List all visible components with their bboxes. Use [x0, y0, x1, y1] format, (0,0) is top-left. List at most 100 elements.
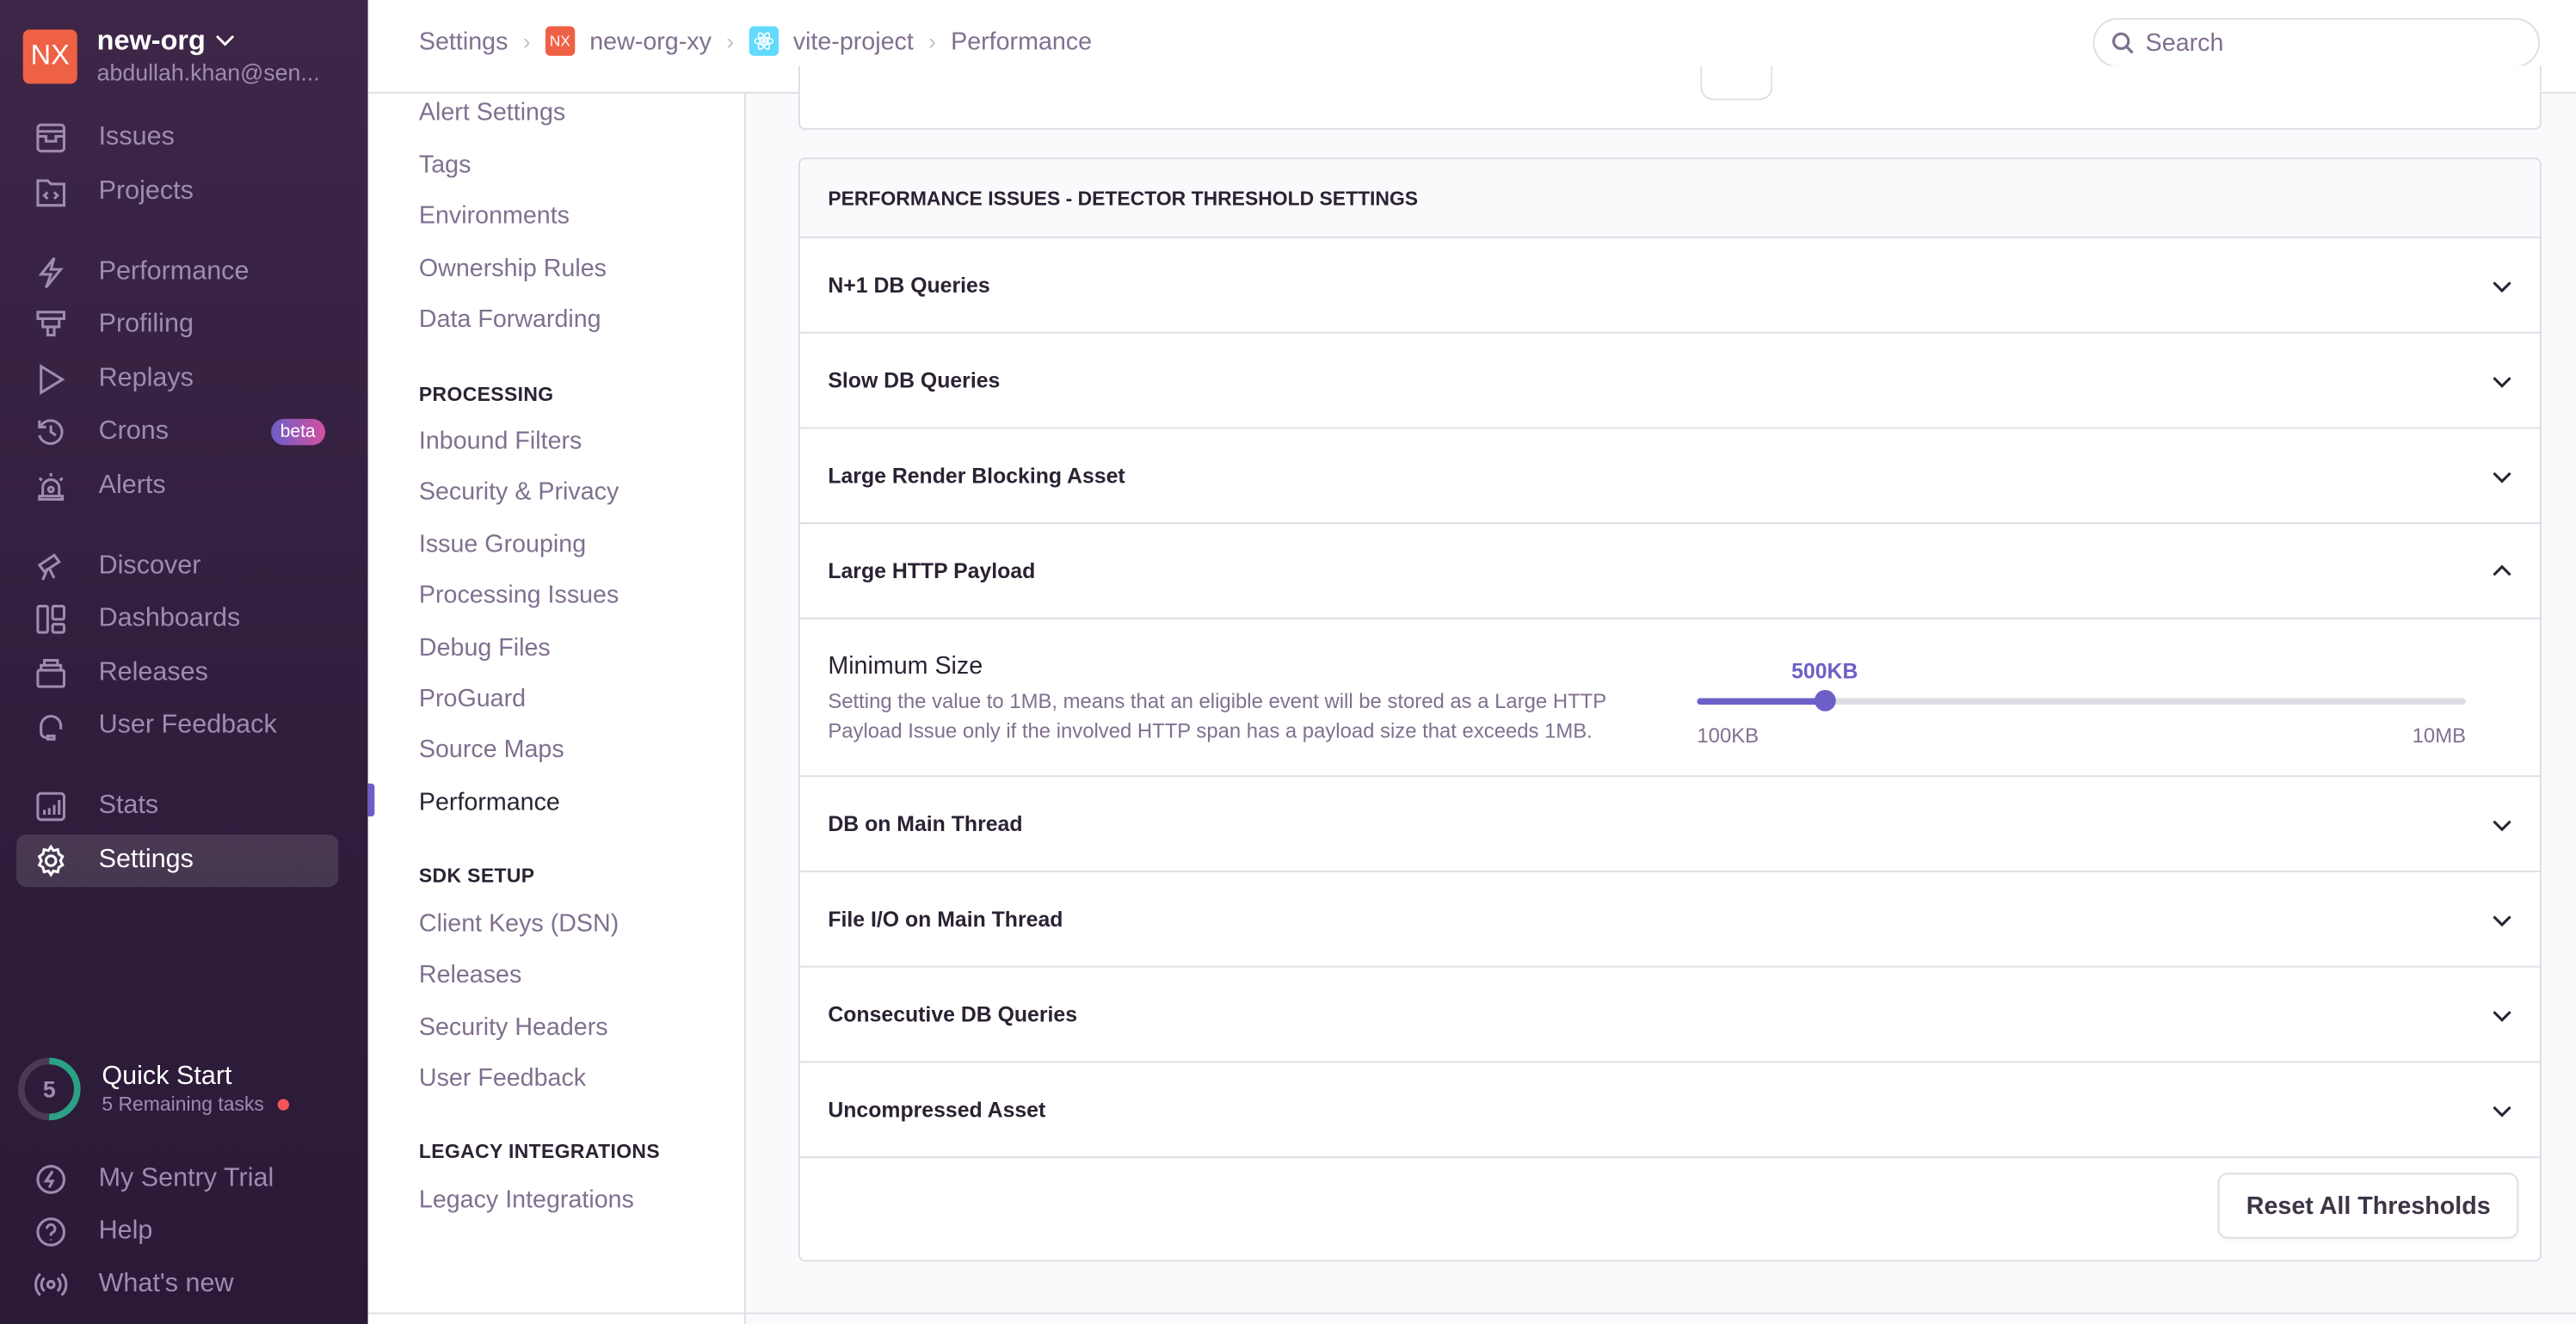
subnav-item-user-feedback[interactable]: User Feedback	[419, 1064, 586, 1092]
quick-start[interactable]: 5 Quick Start 5 Remaining tasks	[16, 1056, 289, 1122]
user-feedback-icon	[33, 708, 69, 744]
settings-icon	[33, 843, 69, 879]
beta-badge: beta	[270, 418, 326, 446]
accordion-label: DB on Main Thread	[828, 811, 1023, 836]
notification-dot	[277, 1098, 289, 1110]
chevron-down-icon	[2493, 1105, 2511, 1117]
sidebar-item-replays[interactable]: Replays	[16, 354, 338, 406]
panel-title: PERFORMANCE ISSUES - DETECTOR THRESHOLD …	[799, 159, 2540, 238]
chevron-down-icon	[2493, 280, 2511, 293]
breadcrumb-org[interactable]: NX new-org-xy	[545, 26, 712, 56]
chevron-down-icon	[2493, 914, 2511, 927]
slider-thumb[interactable]	[1814, 689, 1836, 711]
accordion-label: Large Render Blocking Asset	[828, 463, 1125, 489]
accordion-large-render-blocking-asset[interactable]: Large Render Blocking Asset	[799, 428, 2540, 525]
accordion-label: Uncompressed Asset	[828, 1097, 1046, 1123]
subnav-item-security-headers[interactable]: Security Headers	[419, 1013, 608, 1041]
chevron-right-icon: ›	[726, 28, 734, 55]
subnav-item-data-forwarding[interactable]: Data Forwarding	[419, 305, 601, 333]
sidebar-item-user-feedback[interactable]: User Feedback	[16, 699, 338, 752]
subnav-item-inbound-filters[interactable]: Inbound Filters	[419, 427, 582, 454]
subnav-item-releases[interactable]: Releases	[419, 961, 521, 988]
subnav-heading-legacy: LEGACY INTEGRATIONS	[418, 1140, 661, 1163]
subnav-item-performance[interactable]: Performance	[419, 789, 560, 816]
subnav-item-environments[interactable]: Environments	[419, 202, 570, 230]
slider-value-label: 500KB	[1791, 658, 1858, 684]
breadcrumb-current: Performance	[951, 27, 1093, 55]
sidebar-item-projects[interactable]: Projects	[16, 166, 338, 219]
quick-start-progress-ring: 5	[16, 1056, 82, 1122]
sidebar-item-label: Discover	[98, 551, 201, 581]
sidebar-item-releases[interactable]: Releases	[16, 647, 338, 699]
sidebar-item-crons[interactable]: Crons beta	[16, 406, 338, 459]
reset-all-thresholds-button[interactable]: Reset All Thresholds	[2218, 1173, 2519, 1239]
releases-icon	[33, 656, 69, 692]
subnav-heading-processing: PROCESSING	[418, 382, 554, 406]
subnav-item-alert-settings[interactable]: Alert Settings	[419, 99, 565, 126]
sidebar-item-label: Replays	[98, 364, 194, 393]
accordion-db-on-main-thread[interactable]: DB on Main Thread	[799, 777, 2540, 872]
dashboards-icon	[33, 601, 69, 637]
trial-icon	[33, 1161, 69, 1198]
sidebar-item-label: What's new	[98, 1269, 234, 1298]
previous-panel	[798, 65, 2542, 130]
sidebar-item-help[interactable]: Help	[16, 1205, 338, 1258]
accordion-consecutive-db-queries[interactable]: Consecutive DB Queries	[799, 968, 2540, 1063]
subnav-item-tags[interactable]: Tags	[419, 151, 471, 179]
sidebar-item-profiling[interactable]: Profiling	[16, 299, 338, 352]
accordion-n1-db-queries[interactable]: N+1 DB Queries	[799, 238, 2540, 334]
breadcrumb-settings[interactable]: Settings	[419, 28, 508, 55]
subnav-item-legacy-integrations[interactable]: Legacy Integrations	[419, 1186, 634, 1214]
subnav-item-source-maps[interactable]: Source Maps	[419, 736, 564, 763]
sidebar-item-label: Alerts	[98, 471, 166, 500]
sidebar-item-performance[interactable]: Performance	[16, 246, 338, 299]
accordion-slow-db-queries[interactable]: Slow DB Queries	[799, 334, 2540, 429]
accordion-label: Large HTTP Payload	[828, 558, 1036, 583]
org-switcher[interactable]: NX new-org abdullah.khan@sen...	[22, 26, 320, 85]
chevron-down-icon	[2493, 819, 2511, 831]
minimum-size-slider[interactable]: 500KB 100KB 10MB	[1697, 658, 2467, 758]
search-input[interactable]: Search	[2092, 18, 2540, 68]
sidebar-item-discover[interactable]: Discover	[16, 540, 338, 593]
sidebar-item-label: Profiling	[98, 310, 194, 339]
slider-max-label: 10MB	[2412, 724, 2467, 748]
accordion-uncompressed-asset[interactable]: Uncompressed Asset	[799, 1062, 2540, 1159]
subnav-item-debug-files[interactable]: Debug Files	[419, 634, 551, 662]
subnav-item-processing-issues[interactable]: Processing Issues	[419, 582, 619, 609]
profiling-icon	[33, 307, 69, 343]
sidebar-item-my-sentry-trial[interactable]: My Sentry Trial	[16, 1153, 338, 1205]
org-avatar: NX	[22, 28, 77, 83]
sidebar-item-alerts[interactable]: Alerts	[16, 460, 338, 513]
slider-fill	[1697, 698, 1825, 705]
projects-icon	[33, 174, 69, 210]
org-icon: NX	[545, 26, 576, 56]
discover-icon	[33, 549, 69, 585]
replays-icon	[33, 361, 69, 397]
accordion-large-http-payload[interactable]: Large HTTP Payload	[799, 524, 2540, 619]
subnav-heading-sdk-setup: SDK SETUP	[418, 864, 535, 888]
subnav-item-security-privacy[interactable]: Security & Privacy	[419, 478, 619, 506]
subnav-item-client-keys[interactable]: Client Keys (DSN)	[419, 910, 619, 938]
sidebar-item-dashboards[interactable]: Dashboards	[16, 593, 338, 645]
sidebar-item-stats[interactable]: Stats	[16, 780, 338, 833]
quick-start-subtitle: 5 Remaining tasks	[102, 1092, 264, 1116]
large-http-payload-settings: Minimum Size Setting the value to 1MB, m…	[799, 619, 2540, 778]
sidebar: NX new-org abdullah.khan@sen... Issues P…	[0, 0, 368, 1324]
previous-panel-control[interactable]	[1700, 65, 1773, 101]
subnav-item-proguard[interactable]: ProGuard	[419, 685, 526, 712]
broadcast-icon	[33, 1266, 69, 1302]
subnav-item-issue-grouping[interactable]: Issue Grouping	[419, 531, 586, 558]
breadcrumb-project[interactable]: vite-project	[749, 26, 914, 56]
minimum-size-help: Setting the value to 1MB, means that an …	[828, 689, 1606, 743]
chevron-down-icon	[216, 34, 235, 46]
sidebar-item-label: Settings	[98, 846, 194, 874]
chevron-right-icon: ›	[522, 28, 531, 55]
subnav-item-ownership-rules[interactable]: Ownership Rules	[419, 255, 607, 282]
sidebar-item-whats-new[interactable]: What's new	[16, 1259, 338, 1311]
chevron-down-icon	[2493, 471, 2511, 483]
accordion-file-io-on-main-thread[interactable]: File I/O on Main Thread	[799, 872, 2540, 968]
sidebar-item-label: Performance	[98, 257, 250, 286]
sidebar-item-issues[interactable]: Issues	[16, 112, 338, 164]
sidebar-item-label: Issues	[98, 123, 175, 151]
sidebar-item-settings[interactable]: Settings	[16, 834, 339, 888]
